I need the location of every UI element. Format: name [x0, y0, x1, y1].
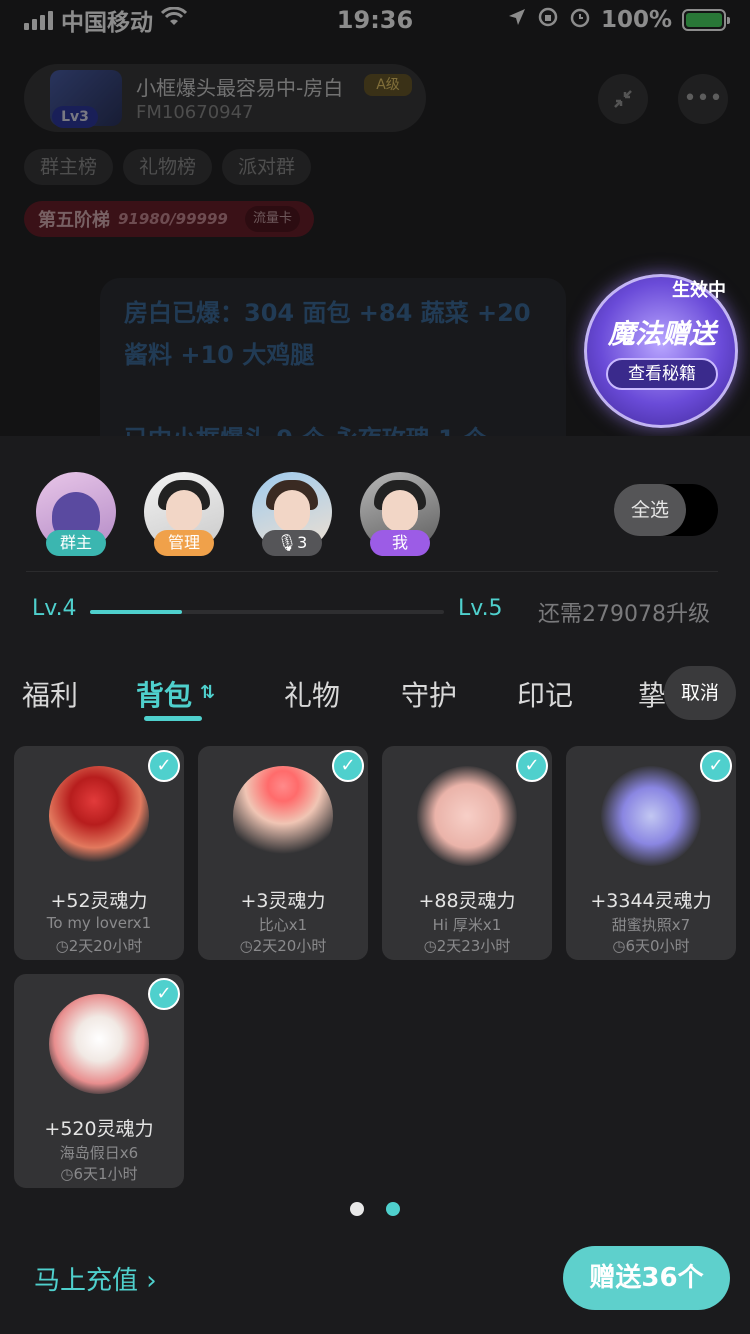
gift-card[interactable]: ✓ +88灵魂力 Hi 厚米x1 ◷2天23小时 — [382, 746, 552, 960]
next-level: Lv.5 — [458, 596, 503, 621]
gift-expire: ◷2天20小时 — [239, 937, 327, 955]
check-icon[interactable]: ✓ — [700, 750, 732, 782]
tab-gifts[interactable]: 礼物 — [284, 674, 340, 714]
sort-icon[interactable]: ⇅ — [200, 682, 215, 703]
level-progress-bar — [90, 610, 444, 614]
send-gift-button[interactable]: 赠送36个 — [563, 1246, 730, 1310]
finger-heart-gift-image — [233, 766, 333, 866]
select-all-toggle[interactable]: 全选 — [614, 484, 718, 536]
receiver-owner[interactable]: 群主 — [36, 472, 116, 558]
tab-guard[interactable]: 守护 — [401, 674, 457, 714]
clock-icon: ◷ — [60, 1165, 74, 1183]
level-need-text: 还需279078升级 — [538, 602, 710, 627]
check-icon[interactable]: ✓ — [332, 750, 364, 782]
magic-status: 生效中 — [672, 280, 726, 301]
check-icon[interactable]: ✓ — [148, 978, 180, 1010]
hand-gift-image — [417, 766, 517, 866]
mic-off-icon: 🎙 — [276, 533, 298, 552]
gift-name: Hi 厚米x1 — [432, 916, 502, 934]
gift-name: 海岛假日x6 — [59, 1144, 139, 1162]
clock-icon: ◷ — [423, 937, 437, 955]
gift-expire: ◷6天0小时 — [612, 937, 690, 955]
receiver-mic-3[interactable]: 🎙3 — [252, 472, 332, 558]
tab-mark[interactable]: 印记 — [517, 674, 573, 714]
magic-tips-button[interactable]: 查看秘籍 — [606, 358, 718, 390]
select-all-label: 全选 — [614, 484, 686, 536]
divider — [26, 571, 718, 572]
recharge-link[interactable]: 马上充值 › — [34, 1260, 157, 1297]
gift-card[interactable]: ✓ +520灵魂力 海岛假日x6 ◷6天1小时 — [14, 974, 184, 1188]
level-progress: Lv.4 Lv.5 还需279078升级 — [0, 596, 750, 630]
gift-name: 甜蜜执照x7 — [611, 916, 691, 934]
gift-name: To my loverx1 — [46, 914, 152, 932]
current-level: Lv.4 — [32, 596, 77, 621]
gift-power: +88灵魂力 — [418, 890, 516, 912]
page-indicator — [350, 1202, 400, 1216]
gift-card[interactable]: ✓ +3灵魂力 比心x1 ◷2天20小时 — [198, 746, 368, 960]
receiver-badge: 群主 — [46, 530, 106, 556]
gift-expire: ◷2天20小时 — [55, 937, 143, 955]
cancel-button[interactable]: 取消 — [664, 666, 736, 720]
gift-power: +3344灵魂力 — [590, 890, 712, 912]
check-icon[interactable]: ✓ — [516, 750, 548, 782]
page-dot[interactable] — [350, 1202, 364, 1216]
gift-tabs: 福利 背包 ⇅ 礼物 守护 印记 挚 — [0, 668, 750, 724]
gift-card[interactable]: ✓ +3344灵魂力 甜蜜执照x7 ◷6天0小时 — [566, 746, 736, 960]
gift-name: 比心x1 — [258, 916, 308, 934]
tab-welfare[interactable]: 福利 — [22, 674, 78, 714]
gift-power: +3灵魂力 — [240, 890, 326, 912]
receiver-badge: 管理 — [154, 530, 214, 556]
receiver-badge: 我 — [370, 530, 430, 556]
airplane-gift-image — [601, 766, 701, 866]
gift-power: +520灵魂力 — [44, 1118, 154, 1140]
tab-backpack[interactable]: 背包 — [136, 674, 192, 714]
receiver-badge: 🎙3 — [262, 530, 322, 556]
room-background: 中国移动 19:36 100% Lv3 小框爆头最容易中-房白 A级 FM106… — [0, 0, 750, 436]
tab-close-friend[interactable]: 挚 — [638, 674, 666, 714]
clock-icon: ◷ — [239, 937, 253, 955]
receiver-admin[interactable]: 管理 — [144, 472, 224, 558]
clock-icon: ◷ — [55, 937, 69, 955]
page-dot-active[interactable] — [386, 1202, 400, 1216]
tab-underline — [144, 716, 202, 721]
gift-expire: ◷2天23小时 — [423, 937, 511, 955]
receiver-me[interactable]: 我 — [360, 472, 440, 558]
gift-expire: ◷6天1小时 — [60, 1165, 138, 1183]
beach-chair-gift-image — [49, 994, 149, 1094]
rose-gift-image — [49, 766, 149, 866]
check-icon[interactable]: ✓ — [148, 750, 180, 782]
level-progress-fill — [90, 610, 183, 614]
magic-title: 魔法赠送 — [608, 319, 716, 350]
gift-card[interactable]: ✓ +52灵魂力 To my loverx1 ◷2天20小时 — [14, 746, 184, 960]
gift-power: +52灵魂力 — [50, 890, 148, 912]
clock-icon: ◷ — [612, 937, 626, 955]
